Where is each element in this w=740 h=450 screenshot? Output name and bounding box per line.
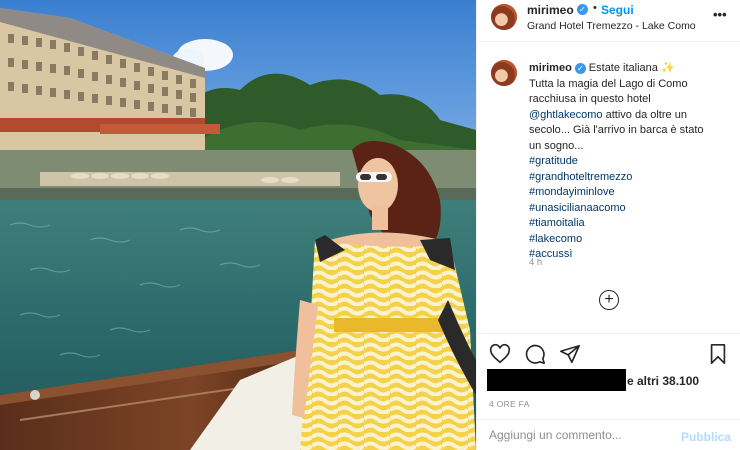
- plus-circle-icon[interactable]: +: [599, 290, 619, 310]
- more-horizontal-icon[interactable]: •••: [713, 7, 727, 22]
- caption-time: 4 h: [529, 257, 543, 268]
- caption-text: Tutta la magia del Lago di Como: [529, 77, 688, 90]
- hashtag-link[interactable]: #tiamoitalia: [529, 216, 729, 232]
- hashtag-link[interactable]: #grandhoteltremezzo: [529, 170, 729, 186]
- caption-text: racchiusa in questo hotel: [529, 93, 651, 105]
- caption-text: Estate italiana ✨: [588, 62, 675, 74]
- bookmark-icon[interactable]: [707, 343, 729, 365]
- post-timestamp: 4 ORE FA: [489, 399, 530, 409]
- post-photo[interactable]: [0, 0, 476, 450]
- caption-avatar[interactable]: [491, 60, 517, 86]
- redacted-liker-name: [487, 369, 626, 391]
- avatar[interactable]: [491, 4, 517, 30]
- location-link[interactable]: Grand Hotel Tremezzo - Lake Como: [527, 20, 696, 32]
- hashtag-link[interactable]: #mondayiminlove: [529, 185, 729, 201]
- separator-dot: •: [593, 2, 597, 14]
- caption-first-line: mirimeo ✓ Estate italiana ✨: [529, 61, 729, 77]
- mention-link[interactable]: @ghtlakecomo: [529, 109, 603, 121]
- likes-row: e altri 38.100: [487, 369, 727, 395]
- verified-badge-icon: ✓: [574, 63, 586, 74]
- caption-username[interactable]: mirimeo: [529, 62, 572, 74]
- post-side-panel: mirimeo ✓ • Segui Grand Hotel Tremezzo -…: [476, 0, 740, 450]
- caption-text: un sogno...: [529, 139, 584, 152]
- comment-form: Pubblica: [477, 419, 740, 450]
- share-icon[interactable]: [559, 343, 581, 365]
- comment-icon[interactable]: [524, 343, 546, 365]
- lake-como-boat-photo: [0, 0, 476, 450]
- hashtag-link[interactable]: #unasicilianaacomo: [529, 201, 729, 217]
- hashtag-link[interactable]: #gratitude: [529, 154, 729, 170]
- caption-text: secolo... Già l'arrivo in barca è stato: [529, 124, 704, 136]
- hashtag-link[interactable]: #lakecomo: [529, 232, 729, 248]
- action-bar: [477, 333, 740, 369]
- caption-text: attivo da oltre un: [602, 108, 687, 121]
- caption-line-mention: @ghtlakecomo attivo da oltre un: [529, 108, 729, 124]
- likes-count-link[interactable]: e altri 38.100: [627, 374, 699, 388]
- comment-input[interactable]: [489, 428, 669, 442]
- verified-badge-icon: ✓: [577, 4, 588, 15]
- hashtag-link[interactable]: #accussì: [529, 247, 729, 263]
- post-header: mirimeo ✓ • Segui Grand Hotel Tremezzo -…: [477, 0, 740, 42]
- author-username[interactable]: mirimeo: [527, 3, 574, 17]
- publish-button[interactable]: Pubblica: [681, 430, 731, 444]
- follow-button[interactable]: Segui: [601, 3, 634, 17]
- heart-icon[interactable]: [489, 343, 511, 365]
